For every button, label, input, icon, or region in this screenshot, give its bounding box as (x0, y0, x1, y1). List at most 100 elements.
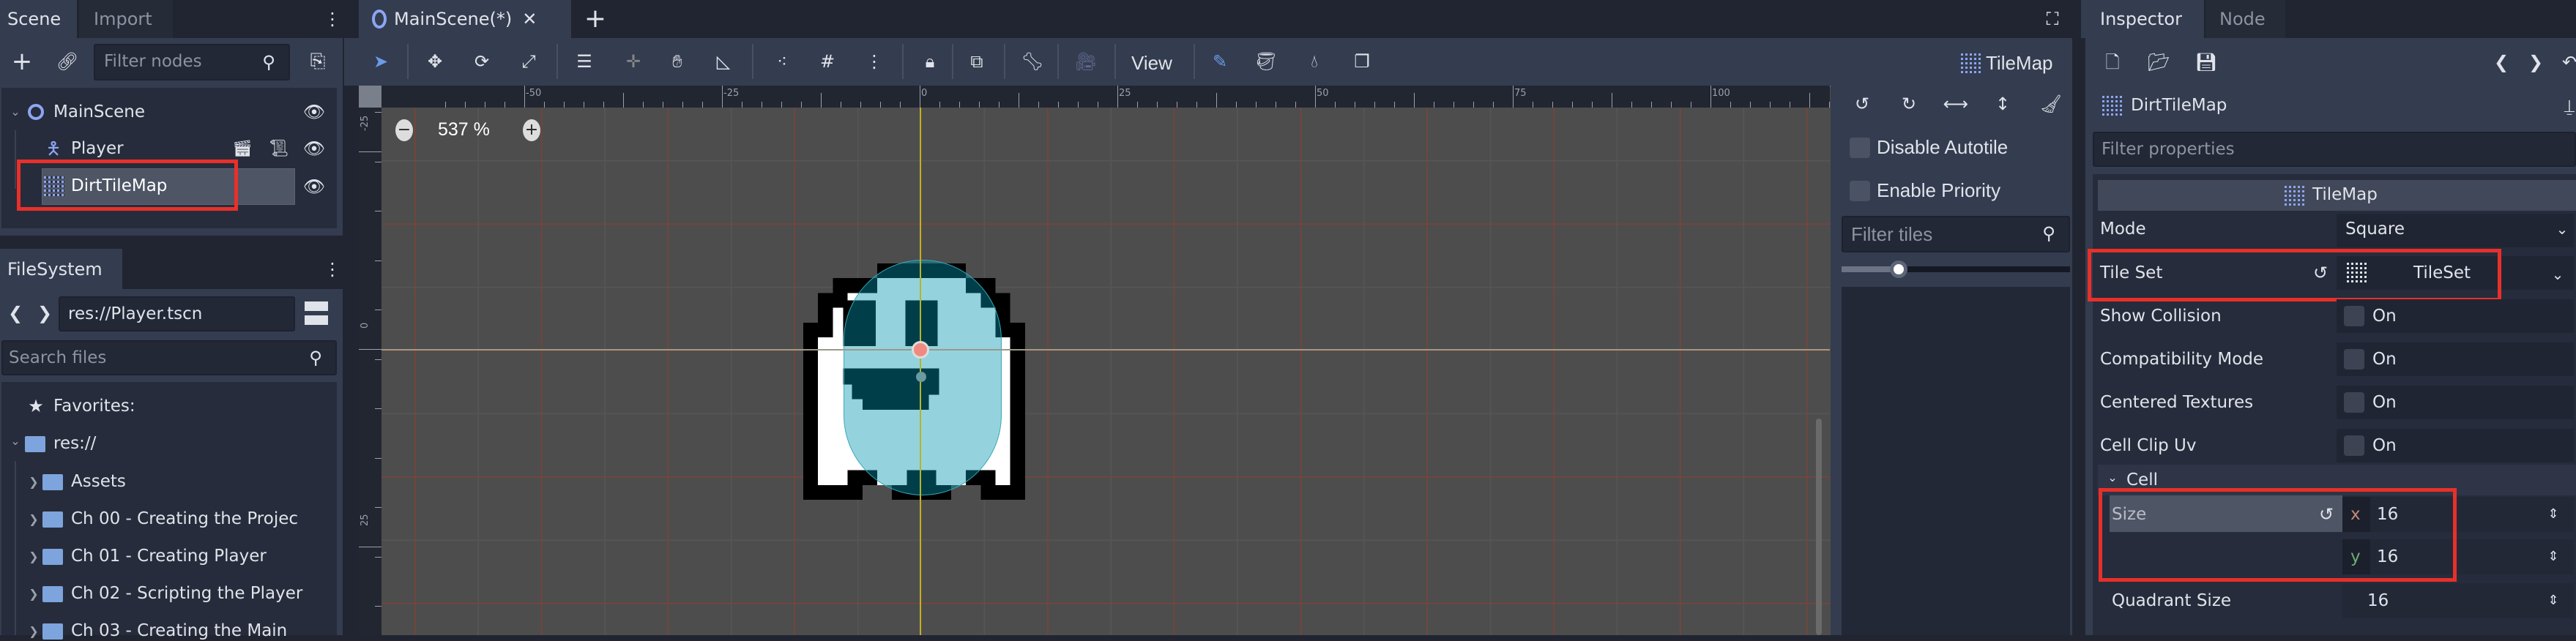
ruler-tick (375, 112, 381, 113)
new-tab-plus-icon[interactable]: + (583, 4, 608, 34)
clear-transform-icon[interactable]: 🧹︎ (2040, 92, 2062, 116)
add-node-icon[interactable]: + (9, 48, 35, 75)
tree-item-player[interactable]: Player (71, 140, 124, 157)
bucket-fill-icon[interactable]: 🪣︎ (1254, 49, 1278, 74)
folder-res[interactable]: res:// (53, 435, 96, 452)
zoom-in-button[interactable]: + (523, 119, 540, 141)
visibility-eye-icon[interactable]: 👁︎ (302, 138, 327, 160)
star-icon: ★ (28, 396, 44, 416)
bone-icon[interactable]: 🦴︎ (1020, 49, 1045, 74)
rotate-left-icon[interactable]: ↺ (1851, 92, 1873, 116)
flip-horizontal-icon[interactable]: ⟷ (1943, 92, 1968, 116)
folder-item[interactable]: Ch 00 - Creating the Projec (71, 511, 298, 528)
prop-cell-clip-uv-checkbox[interactable] (2344, 435, 2364, 456)
ruler-tick (979, 102, 980, 108)
save-icon[interactable]: 💾︎ (2195, 50, 2217, 75)
attach-script-icon[interactable]: ⎘ (305, 48, 331, 75)
tab-scene[interactable]: Scene (0, 0, 77, 38)
folder-item[interactable]: Ch 02 - Scripting the Player (71, 585, 302, 602)
ruler-tick (1453, 102, 1454, 108)
chevron-right-icon[interactable]: ❯ (26, 585, 41, 604)
chevron-down-icon[interactable]: ⌄ (7, 432, 23, 451)
tab-inspector[interactable]: Inspector (2081, 0, 2204, 38)
spinner-icon[interactable]: ⇕ (2544, 502, 2563, 527)
ruler-x-label: 75 (1514, 88, 1527, 99)
tab-filesystem[interactable]: FileSystem (0, 249, 122, 289)
snap-options-icon[interactable]: ⋮ (862, 49, 887, 74)
tab-node[interactable]: Node (2206, 0, 2285, 38)
grid-snap-icon[interactable]: # (815, 49, 840, 74)
picker-icon[interactable]: 💧︎ (1302, 49, 1327, 74)
history-forward-icon[interactable]: ❯ (2526, 50, 2545, 75)
folder-item[interactable]: Ch 01 - Creating Player (71, 548, 267, 565)
visibility-eye-icon[interactable]: 👁︎ (302, 176, 327, 198)
chevron-down-icon[interactable]: ⌄ (2548, 265, 2567, 284)
prop-compat-mode-checkbox[interactable] (2344, 349, 2364, 370)
view-menu[interactable]: View (1131, 53, 1172, 72)
tile-list[interactable] (1842, 287, 2070, 635)
enable-priority-checkbox[interactable] (1850, 181, 1870, 201)
toolbar-separator (902, 44, 904, 79)
disable-autotile-checkbox[interactable] (1850, 138, 1870, 158)
highlight-box-cell-size (2099, 488, 2457, 582)
prop-centered-textures-checkbox[interactable] (2344, 392, 2364, 413)
pan-tool-icon[interactable]: ✋︎ (665, 49, 690, 74)
script-icon[interactable]: 📜︎ (268, 139, 290, 160)
history-back-icon[interactable]: ❮ (2492, 50, 2511, 75)
zoom-level[interactable]: 537 % (438, 121, 490, 139)
chevron-right-icon[interactable]: ❯ (26, 622, 41, 641)
lock-icon[interactable]: 🔒︎ (917, 49, 942, 74)
list-select-icon[interactable]: ☰ (572, 49, 597, 74)
node-tool-icon[interactable]: ⍊ (2563, 94, 2576, 119)
prop-mode-value: Square (2345, 220, 2405, 239)
dock-menu-icon[interactable]: ⋮ (322, 4, 343, 34)
rotate-right-icon[interactable]: ↻ (1898, 92, 1920, 116)
split-view-icon[interactable] (305, 301, 328, 325)
group-icon[interactable]: ⧉ (964, 49, 989, 74)
dock-menu-icon[interactable]: ⋮ (322, 255, 343, 284)
move-tool-icon[interactable]: ✥ (422, 49, 447, 74)
pivot-tool-icon[interactable]: ✛ (621, 49, 646, 74)
chevron-right-icon[interactable]: ❯ (26, 473, 41, 492)
new-resource-icon[interactable]: 🗋︎ (2102, 50, 2123, 75)
rotate-tool-icon[interactable]: ⟳ (469, 49, 494, 74)
camera-icon[interactable]: 🎥︎ (1073, 49, 1098, 74)
open-folder-icon[interactable]: 📂︎ (2148, 50, 2170, 75)
instance-clapper-icon[interactable]: 🎬︎ (231, 139, 253, 160)
scale-tool-icon[interactable]: ⤢ (516, 49, 541, 74)
prop-show-collision-checkbox[interactable] (2344, 306, 2364, 326)
ruler-tool-icon[interactable]: ◺ (711, 49, 736, 74)
select-tool-icon[interactable]: ➤ (368, 49, 393, 74)
back-arrow-icon[interactable]: ❮ (6, 301, 25, 325)
chevron-right-icon[interactable]: ❯ (26, 547, 41, 566)
zoom-out-button[interactable]: − (395, 119, 413, 141)
folder-item[interactable]: Assets (71, 473, 126, 490)
object-history-icon[interactable]: ↶ (2562, 50, 2576, 75)
flip-vertical-icon[interactable]: ↕ (1992, 92, 2014, 116)
visibility-eye-icon[interactable]: 👁︎ (302, 101, 327, 123)
chevron-down-icon[interactable]: ⌄ (7, 102, 23, 121)
link-icon[interactable]: 🔗︎ (54, 48, 81, 75)
ruler-tick (564, 102, 565, 108)
folder-item[interactable]: Ch 03 - Creating the Main (71, 623, 287, 640)
tab-import[interactable]: Import (79, 0, 173, 38)
tile-zoom-slider-thumb[interactable] (1890, 260, 1907, 278)
tree-item-mainscene[interactable]: MainScene (53, 104, 145, 121)
ruler-tick (375, 359, 381, 360)
close-tab-icon[interactable]: ✕ (522, 9, 537, 29)
spinner-icon[interactable]: ⇕ (2544, 544, 2563, 569)
smart-snap-icon[interactable]: ⁖ (770, 49, 794, 74)
on-label: On (2372, 350, 2397, 369)
copy-icon[interactable]: ❐ (1350, 49, 1374, 74)
paint-pen-icon[interactable]: ✎ (1207, 49, 1232, 74)
distraction-free-icon[interactable]: ⛶ (2040, 6, 2065, 32)
tab-mainscene[interactable]: MainScene(*) ✕ (359, 0, 571, 38)
tilemap-icon (2102, 95, 2123, 116)
ruler-tick (375, 457, 381, 459)
ruler-tick (1750, 102, 1751, 108)
viewport[interactable] (359, 86, 1831, 635)
spinner-icon[interactable]: ⇕ (2544, 588, 2563, 613)
viewport-scrollbar[interactable] (1816, 419, 1822, 635)
forward-arrow-icon[interactable]: ❯ (35, 301, 54, 325)
chevron-right-icon[interactable]: ❯ (26, 510, 41, 529)
